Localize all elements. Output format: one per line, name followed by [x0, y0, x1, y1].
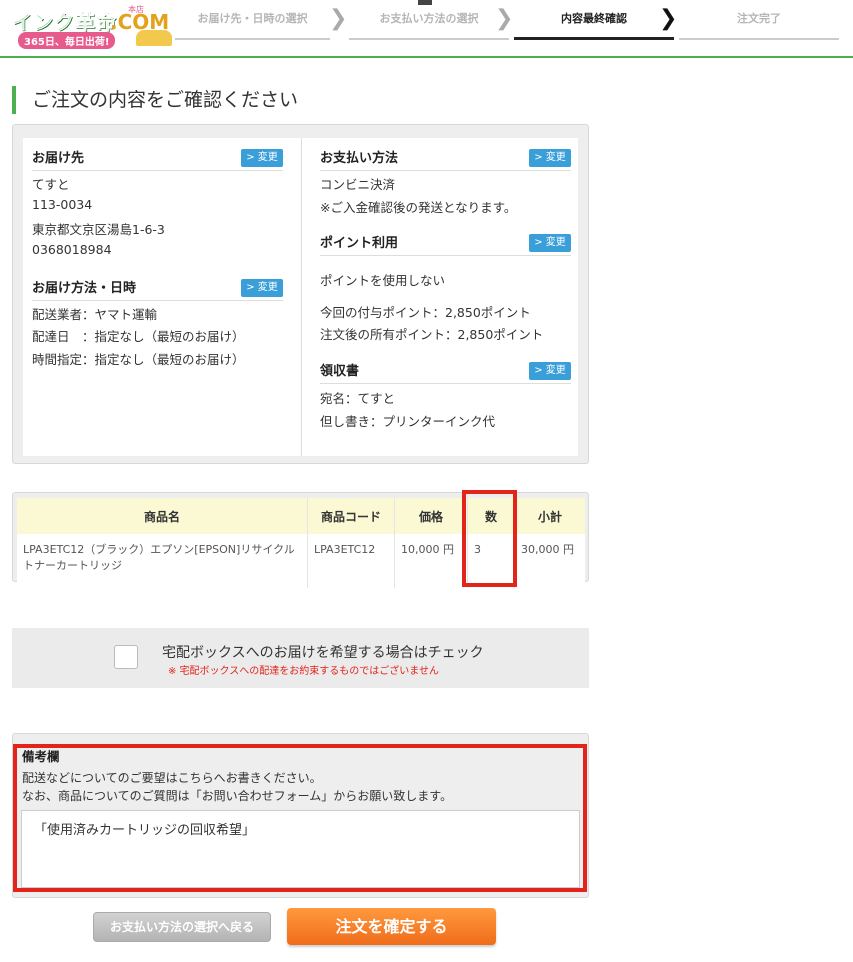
header: インク革命 .COM 本店 365日、毎日出荷! お届け先・日時の選択 ❯ お支…	[0, 0, 853, 58]
receipt-title: 領収書	[320, 364, 360, 379]
points-usage: ポイントを使用しない	[320, 273, 446, 288]
step-complete: 注文完了	[679, 0, 839, 40]
delivery-box-label[interactable]: 宅配ボックスへのお届けを希望する場合はチェック	[162, 642, 484, 662]
delivery-box-checkbox[interactable]	[114, 645, 138, 669]
delivery-title: お届け先	[32, 151, 85, 166]
cell-price: 10,000 円	[394, 534, 468, 588]
page-title: ご注文の内容をご確認ください	[12, 86, 298, 114]
payment-note: ※ご入金確認後の発送となります。	[320, 200, 517, 215]
receipt-section-header: 領収書 > 変更	[320, 362, 571, 384]
cell-subtotal: 30,000 円	[521, 543, 574, 556]
back-to-payment-button[interactable]: お支払い方法の選択へ戻る	[93, 912, 271, 942]
delivery-address: 東京都文京区湯島1-6-3	[32, 222, 165, 237]
delivery-section-header: お届け先 > 変更	[32, 149, 283, 171]
confirm-order-button[interactable]: 注文を確定する	[287, 908, 496, 945]
shipping-section-header: お届け方法・日時 > 変更	[32, 279, 283, 301]
col-header-subtotal: 小計	[514, 498, 585, 534]
chevron-right-icon: ❯	[495, 6, 514, 31]
cell-product-code: LPA3ETC12	[307, 534, 395, 588]
step-confirm: 内容最終確認	[514, 0, 674, 40]
delivery-box-note: ※ 宅配ボックスへの配達をお約束するものではございません	[168, 666, 439, 677]
points-title: ポイント利用	[320, 236, 399, 251]
logo-tagline: 365日、毎日出荷!	[18, 32, 116, 49]
step-payment: お支払い方法の選択	[349, 0, 509, 40]
receipt-proviso: 但し書き：プリンターインク代	[320, 414, 496, 429]
chevron-right-icon: ❯	[659, 6, 678, 31]
payment-method: コンビニ決済	[320, 177, 396, 192]
points-owned: 注文後の所有ポイント：2,850ポイント	[320, 327, 544, 342]
col-header-price: 価格	[394, 498, 468, 534]
step-delivery: お届け先・日時の選択	[175, 0, 330, 40]
site-logo[interactable]: インク革命 .COM 本店 365日、毎日出荷!	[10, 4, 172, 49]
delivery-box-section: 宅配ボックスへのお届けを希望する場合はチェック ※ 宅配ボックスへの配達をお約束…	[12, 628, 589, 688]
shipping-title: お届け方法・日時	[32, 281, 137, 296]
col-header-code: 商品コード	[307, 498, 395, 534]
receipt-addressee: 宛名：てすと	[320, 391, 396, 406]
qty-highlight-box	[462, 490, 517, 587]
cell-product-name: LPA3ETC12（ブラック）エプソン[EPSON]リサイクルトナーカートリッジ	[17, 534, 308, 588]
delivery-phone: 0368018984	[32, 242, 112, 257]
payment-title: お支払い方法	[320, 151, 399, 166]
checkout-steps: お届け先・日時の選択 ❯ お支払い方法の選択 ❯ 内容最終確認 ❯ 注文完了	[175, 0, 853, 44]
delivery-name: てすと	[32, 177, 70, 192]
order-info-panel: お届け先 > 変更 てすと 113-0034 東京都文京区湯島1-6-3 036…	[12, 124, 589, 464]
chevron-right-icon: ❯	[329, 6, 348, 31]
logo-main-text: インク革命	[12, 10, 117, 35]
change-receipt-button[interactable]: > 変更	[529, 362, 571, 380]
delivery-zip: 113-0034	[32, 197, 93, 212]
remarks-highlight-box	[13, 744, 587, 892]
logo-mascot-icon	[136, 30, 172, 46]
points-granted: 今回の付与ポイント：2,850ポイント	[320, 305, 531, 320]
shipping-date: 配達日 ：指定なし（最短のお届け）	[32, 329, 245, 344]
change-payment-button[interactable]: > 変更	[529, 149, 571, 167]
change-points-button[interactable]: > 変更	[529, 234, 571, 252]
points-section-header: ポイント利用 > 変更	[320, 234, 571, 256]
logo-badge: 本店	[128, 5, 144, 14]
shipping-time: 時間指定：指定なし（最短のお届け）	[32, 352, 245, 367]
change-delivery-button[interactable]: > 変更	[241, 149, 283, 167]
shipping-carrier: 配送業者：ヤマト運輸	[32, 307, 158, 322]
col-header-name: 商品名	[17, 498, 308, 534]
payment-section-header: お支払い方法 > 変更	[320, 149, 571, 171]
change-shipping-button[interactable]: > 変更	[241, 279, 283, 297]
